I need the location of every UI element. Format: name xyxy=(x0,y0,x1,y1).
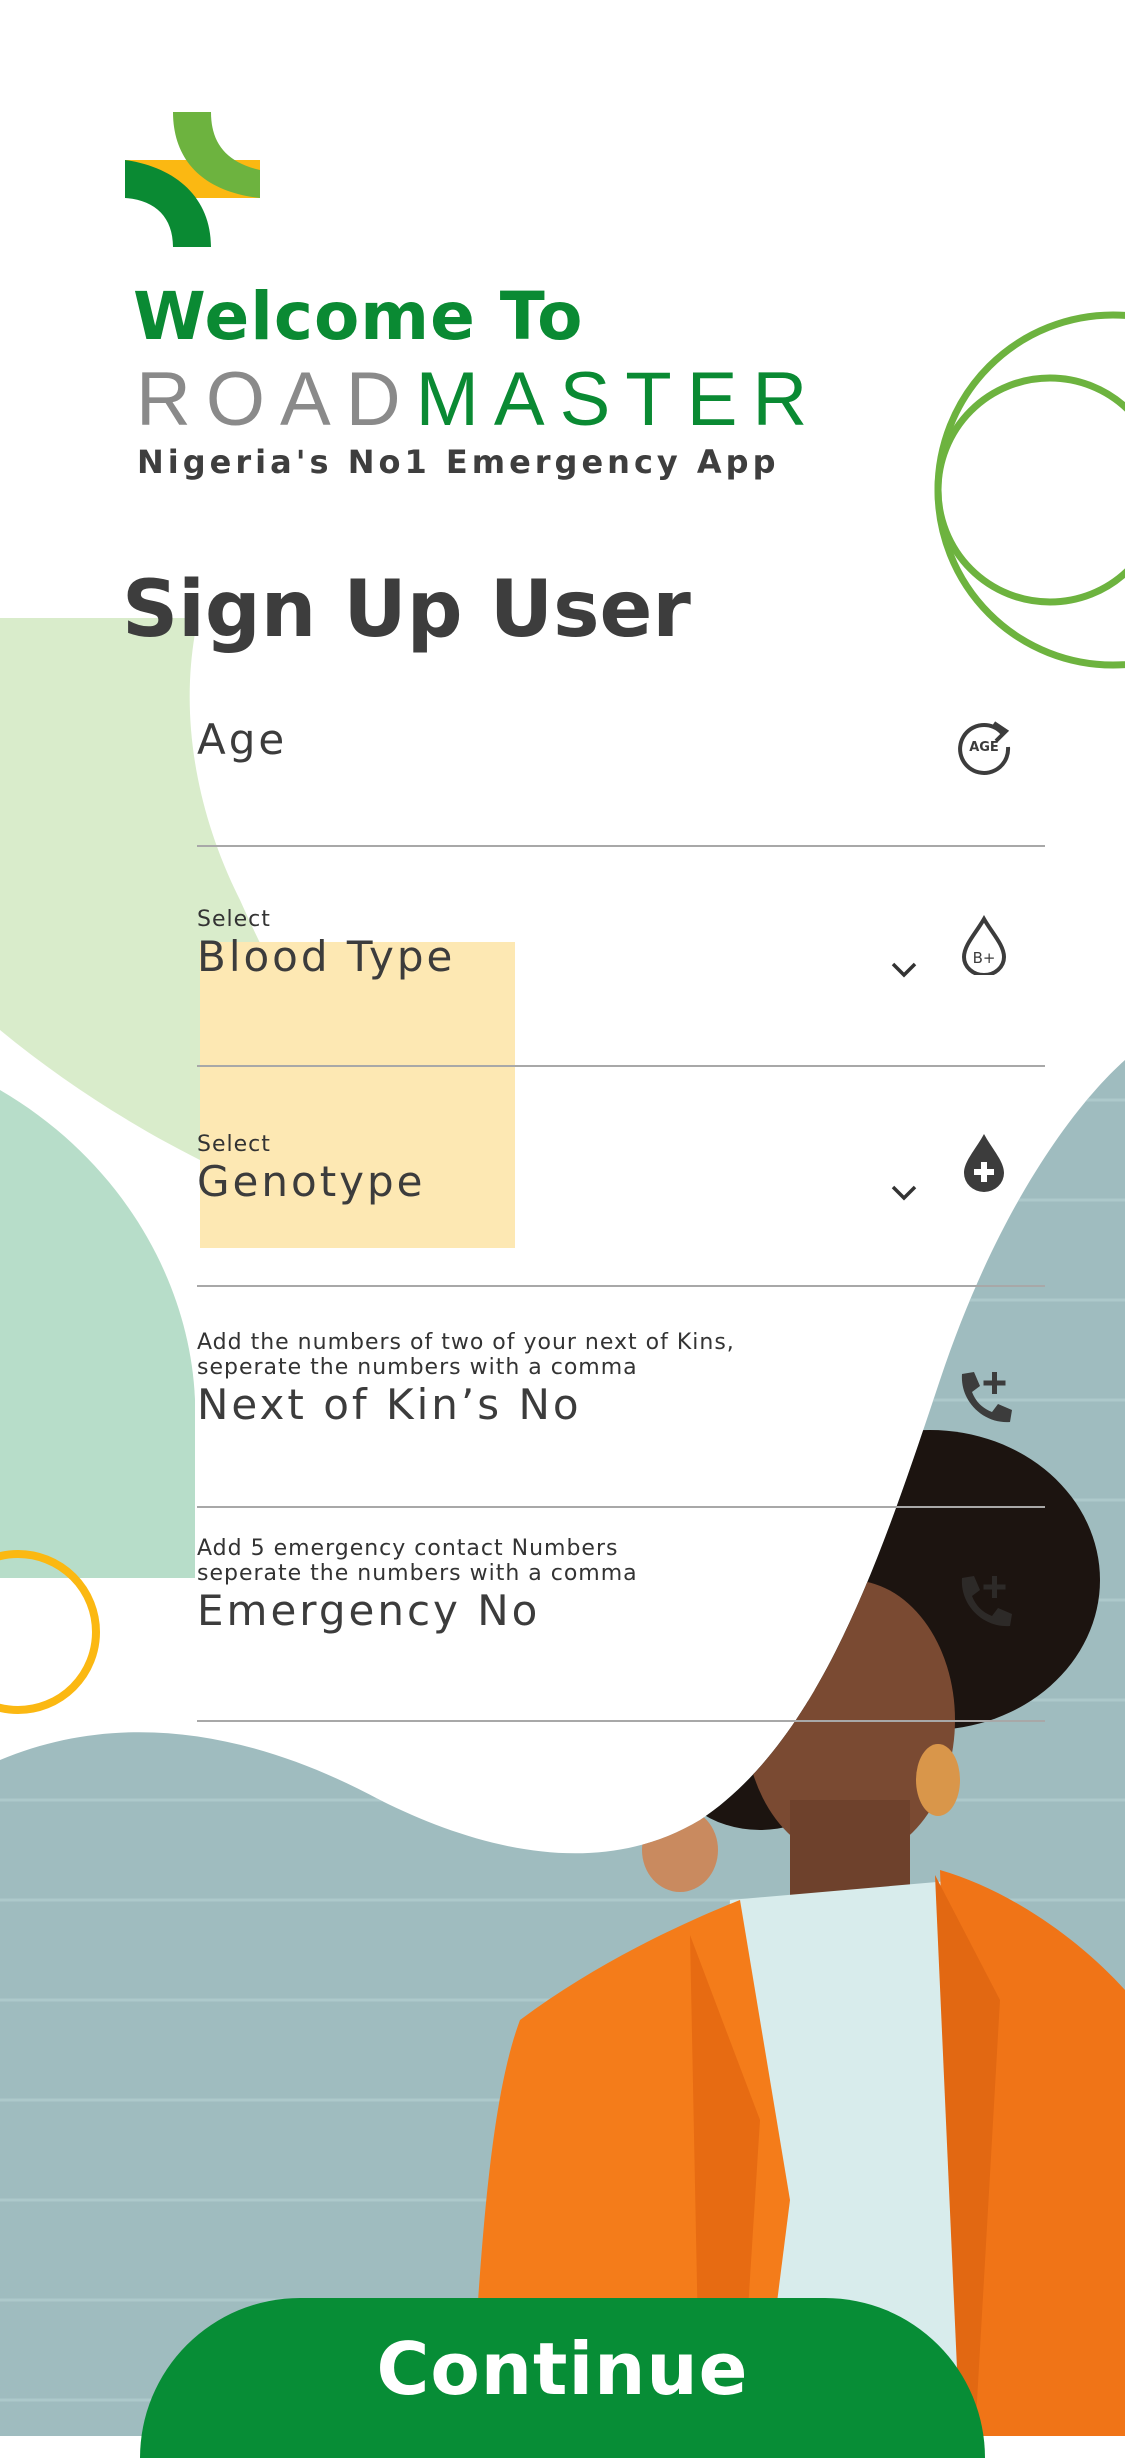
page-title: Sign Up User xyxy=(122,565,691,655)
emergency-no-field[interactable]: Add 5 emergency contact Numbers seperate… xyxy=(197,1536,1045,1722)
welcome-heading: Welcome To xyxy=(133,278,584,355)
chevron-down-icon[interactable] xyxy=(890,1178,918,1206)
next-of-kin-hint: Add the numbers of two of your next of K… xyxy=(197,1330,735,1380)
mint-shape xyxy=(0,1090,195,1578)
svg-text:AGE: AGE xyxy=(969,740,999,755)
blood-type-b-plus-icon: B+ xyxy=(961,915,1007,975)
brand-master: MASTER xyxy=(415,357,823,442)
age-label: Age xyxy=(197,715,288,764)
blood-type-select[interactable]: Select Blood Type B+ xyxy=(197,907,1045,1067)
next-of-kin-field[interactable]: Add the numbers of two of your next of K… xyxy=(197,1330,1045,1510)
emergency-no-hint: Add 5 emergency contact Numbers seperate… xyxy=(197,1536,638,1586)
emergency-no-label: Emergency No xyxy=(197,1586,541,1635)
age-refresh-icon: AGE xyxy=(958,721,1011,775)
green-ring xyxy=(934,374,1125,606)
continue-button[interactable]: Continue xyxy=(140,2298,985,2458)
blood-drop-plus-icon xyxy=(964,1134,1004,1192)
brand-tagline: Nigeria's No1 Emergency App xyxy=(137,443,780,481)
genotype-hint: Select xyxy=(197,1132,271,1157)
green-ring-large xyxy=(934,311,1125,669)
continue-label: Continue xyxy=(376,2327,749,2411)
phone-add-icon xyxy=(961,1372,1012,1423)
genotype-select[interactable]: Select Genotype xyxy=(197,1132,1045,1292)
next-of-kin-label: Next of Kin’s No xyxy=(197,1380,582,1429)
age-field[interactable]: Age AGE xyxy=(197,715,1045,850)
phone-add-icon xyxy=(961,1576,1012,1627)
chevron-down-icon[interactable] xyxy=(890,955,918,983)
svg-text:B+: B+ xyxy=(973,949,996,967)
brand-road: ROAD xyxy=(136,357,416,442)
blood-type-hint: Select xyxy=(197,907,271,932)
roadmaster-logo xyxy=(125,112,260,247)
brand-wordmark: ROADMASTER xyxy=(136,362,822,438)
